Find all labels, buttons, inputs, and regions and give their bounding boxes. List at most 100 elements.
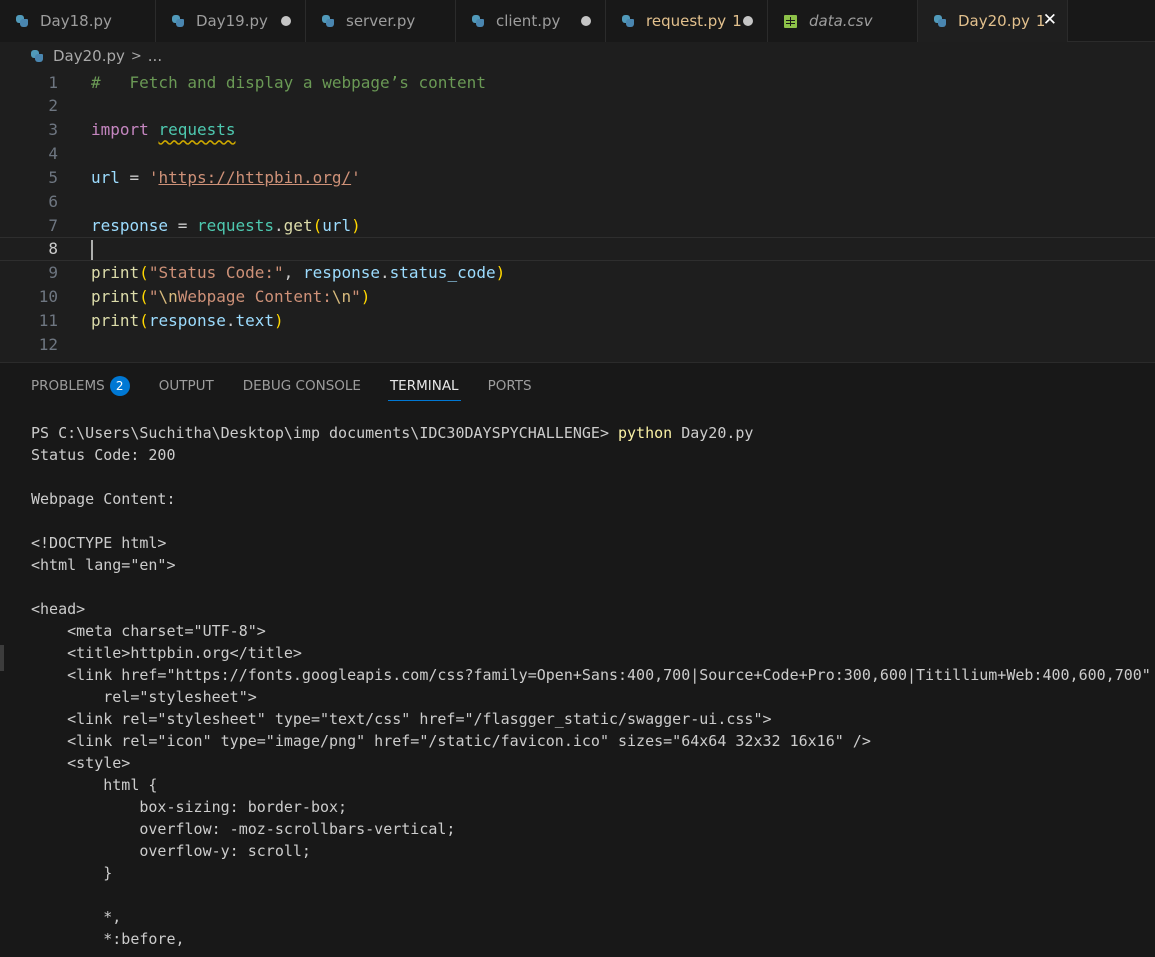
editor-tab-bar: Day18.py Day19.py server.py client.py reques… [0, 0, 1155, 42]
panel-tab-label: DEBUG CONSOLE [242, 378, 361, 394]
code-token: . [274, 215, 284, 235]
terminal-line: rel="stylesheet"> [31, 688, 257, 706]
terminal-line: overflow-y: scroll; [31, 842, 311, 860]
code-line[interactable]: 3 import requests [0, 118, 1155, 142]
line-number: 12 [38, 334, 58, 354]
problems-count-badge: 2 [109, 376, 130, 396]
code-token: " [351, 287, 361, 307]
code-line[interactable]: 7 response = requests.get(url) [0, 213, 1155, 237]
tab-day19-py[interactable]: Day19.py [156, 0, 306, 42]
line-number: 4 [48, 144, 58, 164]
terminal-line: Status Code: 200 [31, 446, 176, 464]
code-token: "Status Code:" [148, 263, 284, 283]
python-file-icon [472, 15, 484, 27]
code-text: print("\nWebpage Content:\n") [91, 287, 370, 306]
breadcrumb-more[interactable]: ... [148, 47, 162, 65]
line-number: 5 [48, 167, 58, 187]
python-file-icon [934, 15, 946, 27]
line-number: 11 [38, 311, 58, 330]
terminal-line: box-sizing: border-box; [31, 798, 348, 816]
code-token: import [91, 120, 149, 140]
code-token: # Fetch and display a webpage’s content [91, 72, 486, 92]
code-text: print(response.text) [91, 311, 284, 330]
terminal-line: *:before, [31, 930, 185, 948]
panel-tab-terminal[interactable]: TERMINAL [387, 363, 461, 409]
tab-label: server.py [346, 12, 416, 30]
code-line[interactable]: 1 # Fetch and display a webpage’s content [0, 70, 1155, 94]
line-number: 10 [38, 287, 58, 307]
unsaved-dot-icon[interactable] [743, 16, 753, 26]
terminal-line: Webpage Content: [31, 490, 176, 508]
line-number: 1 [48, 72, 58, 92]
code-line[interactable]: 9 print("Status Code:", response.status_c… [0, 261, 1155, 285]
code-token: status_code [389, 263, 496, 283]
panel-tab-ports[interactable]: PORTS [488, 363, 532, 409]
tab-label: request.py [646, 12, 727, 30]
tab-request-py[interactable]: request.py 1 [606, 0, 768, 42]
panel-tab-output[interactable]: OUTPUT [159, 363, 214, 409]
code-line[interactable]: 10 print("\nWebpage Content:\n") [0, 285, 1155, 309]
code-token: ( [312, 215, 323, 235]
close-icon[interactable]: ✕ [1043, 11, 1057, 29]
terminal-output[interactable]: PS C:\Users\Suchitha\Desktop\imp documen… [31, 422, 1155, 950]
terminal-line: <link rel="stylesheet" type="text/css" h… [31, 710, 772, 728]
panel-tab-problems[interactable]: PROBLEMS 2 [31, 363, 130, 409]
tab-client-py[interactable]: client.py [456, 0, 606, 42]
panel-tab-debug-console[interactable]: DEBUG CONSOLE [243, 363, 361, 409]
tab-server-py[interactable]: server.py [306, 0, 456, 42]
code-token: ( [139, 311, 149, 330]
code-token: ( [139, 263, 149, 283]
terminal-line: html { [31, 776, 158, 794]
code-line[interactable]: 4 [0, 142, 1155, 166]
code-token: ) [360, 287, 371, 307]
code-line[interactable]: 2 [0, 94, 1155, 118]
panel-tab-label: TERMINAL [389, 378, 459, 394]
code-line[interactable]: 8 [0, 236, 1155, 261]
breadcrumb: Day20.py > ... [0, 42, 1155, 70]
breadcrumb-file[interactable]: Day20.py [53, 47, 125, 65]
code-token: url [91, 167, 120, 187]
tab-label: Day20.py [958, 12, 1030, 30]
line-number: 7 [48, 215, 58, 235]
text-cursor [91, 239, 93, 260]
code-line[interactable]: 6 [0, 189, 1155, 213]
terminal-lines: Status Code: 200 Webpage Content: <!DOCTYP… [31, 444, 1155, 950]
code-text: import requests [91, 120, 236, 139]
unsaved-dot-icon[interactable] [581, 16, 591, 26]
tab-day20-py[interactable]: Day20.py 1 ✕ [918, 0, 1068, 42]
code-token: response [148, 311, 226, 330]
panel-sash-handle[interactable] [0, 645, 4, 671]
code-line[interactable]: 5 url = 'https://httpbin.org/' [0, 165, 1155, 189]
code-editor[interactable]: 1 # Fetch and display a webpage’s content… [0, 70, 1155, 362]
code-line[interactable]: 11 print(response.text) [0, 309, 1155, 333]
code-token: get [283, 215, 313, 235]
code-token: print [91, 311, 140, 330]
panel-tab-label: PROBLEMS [31, 378, 105, 394]
code-token: ' [351, 167, 361, 187]
line-number: 6 [48, 191, 58, 211]
breadcrumb-separator: > [130, 48, 142, 64]
terminal-command-args: Day20.py [672, 424, 754, 442]
unsaved-dot-icon[interactable] [281, 16, 291, 26]
terminal-line: <title>httpbin.org</title> [31, 644, 302, 662]
code-token: ) [351, 215, 361, 235]
code-token: ' [148, 167, 159, 187]
code-line[interactable]: 12 [0, 332, 1155, 356]
terminal-command: python [618, 424, 673, 442]
code-token: response [91, 215, 169, 235]
code-text: print("Status Code:", response.status_co… [91, 263, 505, 282]
tab-label: Day18.py [40, 12, 112, 30]
tab-data-csv[interactable]: data.csv [768, 0, 918, 42]
tab-label: data.csv [809, 12, 873, 30]
terminal-prompt-line: PS C:\Users\Suchitha\Desktop\imp documen… [31, 422, 1155, 444]
tab-day18-py[interactable]: Day18.py [0, 0, 156, 42]
tab-problem-count: 1 [732, 12, 742, 30]
code-token: print [91, 287, 140, 307]
python-file-icon [322, 15, 334, 27]
bottom-panel: PROBLEMS 2 OUTPUT DEBUG CONSOLE TERMINAL PORT… [0, 362, 1155, 957]
csv-file-icon [784, 14, 797, 28]
python-file-icon [16, 15, 28, 27]
